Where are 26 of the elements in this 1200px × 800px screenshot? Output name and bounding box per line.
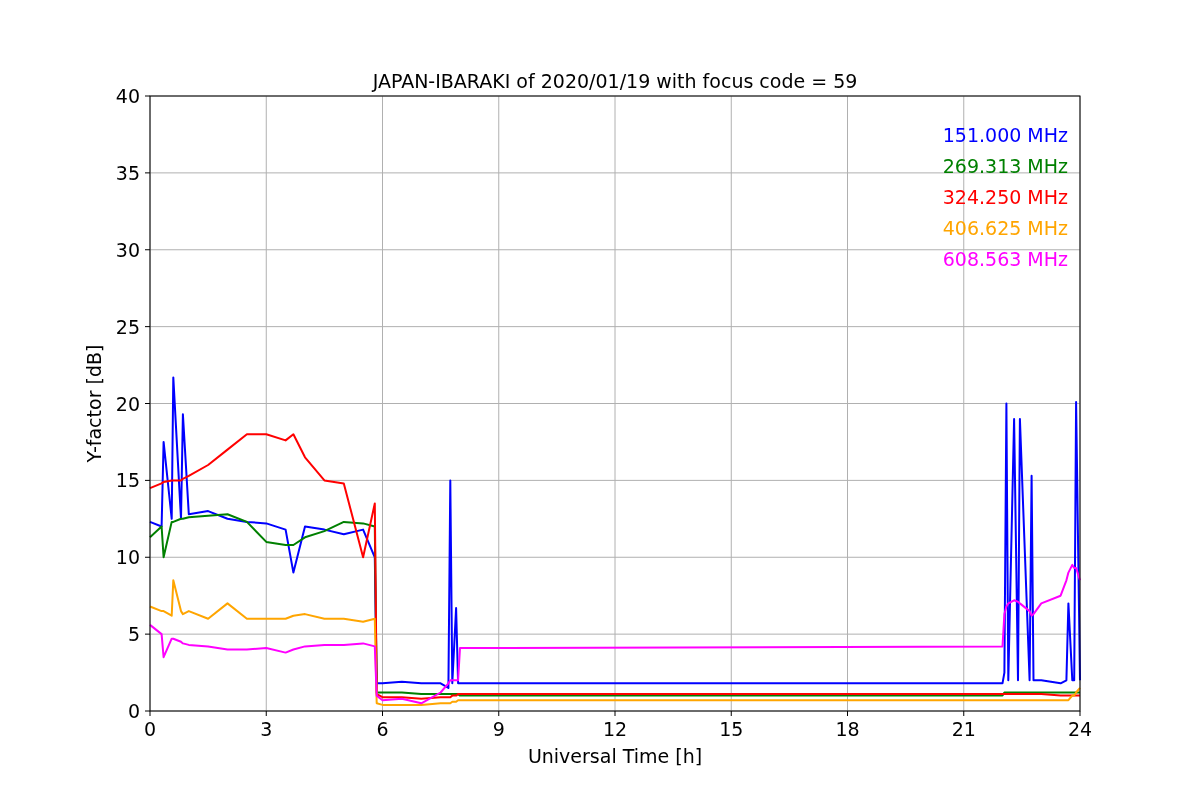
tick-label: 3	[260, 718, 273, 740]
legend-label: 151.000 MHz	[942, 124, 1068, 146]
tick-label: 15	[115, 469, 140, 492]
tick-label: 30	[115, 238, 140, 261]
tick-label: 20	[115, 392, 140, 415]
tick-label: 18	[835, 718, 860, 740]
tick-label: 40	[115, 85, 140, 107]
legend-label: 608.563 MHz	[942, 248, 1068, 270]
tick-label: 5	[127, 623, 140, 646]
tick-label: 10	[115, 546, 140, 569]
chart-title: JAPAN-IBARAKI of 2020/01/19 with focus code = 59	[372, 70, 858, 92]
tick-label: 0	[127, 700, 140, 722]
tick-label: 25	[115, 315, 140, 338]
axis-label: Y-factor [dB]	[83, 344, 105, 463]
axis-label: Universal Time [h]	[527, 745, 703, 767]
tick-label: 15	[719, 718, 744, 740]
tick-label: 35	[115, 161, 140, 184]
tick-label: 12	[602, 718, 628, 740]
tick-label: 21	[951, 718, 976, 740]
tick-label: 0	[143, 718, 157, 740]
legend-label: 324.250 MHz	[942, 186, 1068, 208]
legend-label: 406.625 MHz	[942, 217, 1068, 239]
tick-label: 6	[376, 718, 389, 740]
tick-label: 9	[492, 718, 505, 740]
tick-label: 24	[1067, 718, 1093, 740]
legend-label: 269.313 MHz	[942, 155, 1068, 177]
